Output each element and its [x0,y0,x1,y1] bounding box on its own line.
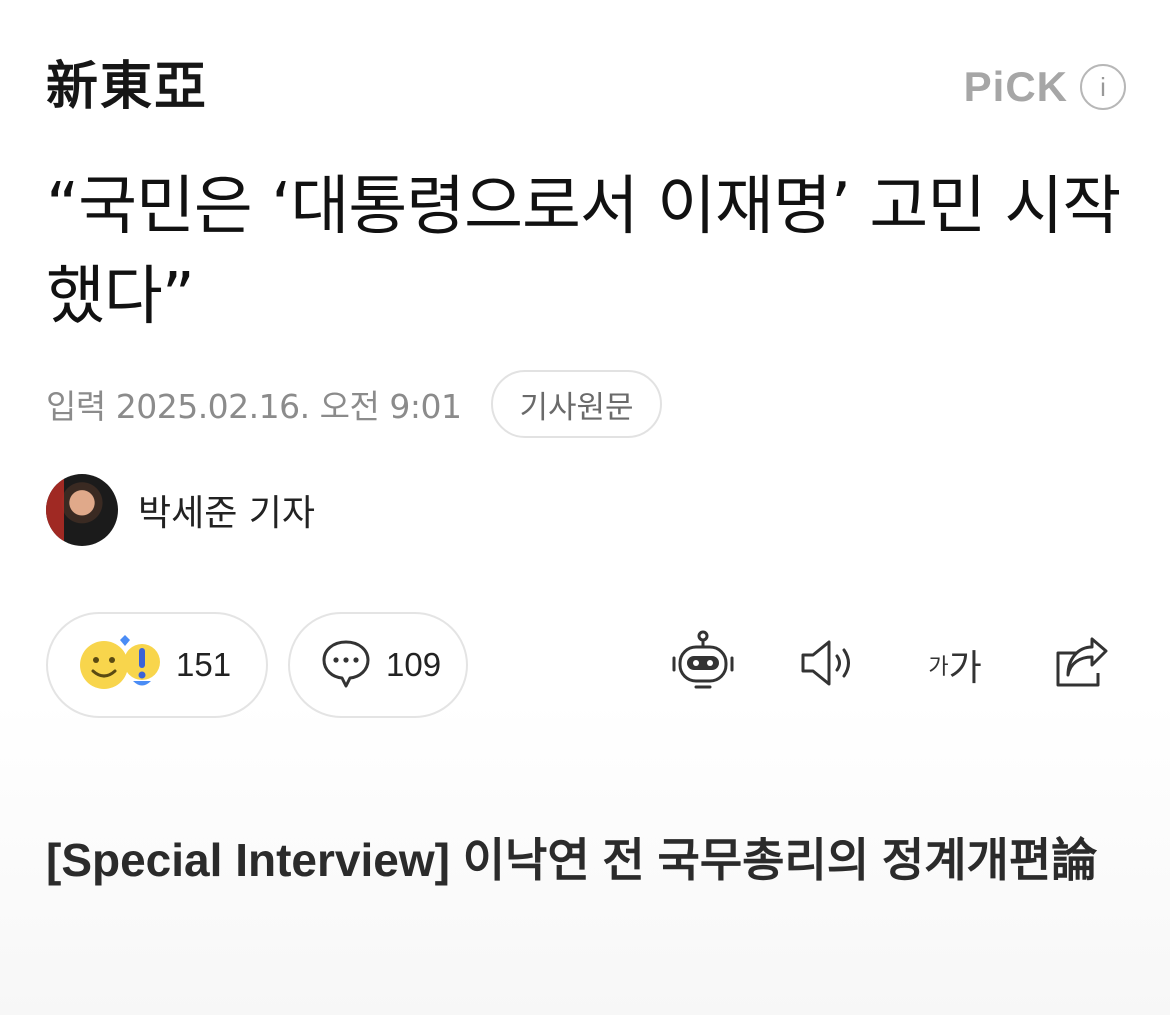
avatar[interactable] [46,474,118,546]
article-subtitle: [Special Interview] 이낙연 전 국무총리의 정계개편論 [46,834,1098,886]
article-tools: 가가 [668,626,1116,704]
reaction-count: 151 [176,646,232,683]
share-button[interactable] [1046,630,1116,700]
comment-bubble-icon [320,637,372,693]
pick-badge[interactable]: PiCK i [964,62,1126,112]
article-meta: 입력 2025.02.16. 오전 9:01 기사원문 [46,370,662,438]
summary-button[interactable] [668,630,738,700]
font-small-label: 가 [928,655,949,680]
font-large-label: 가 [948,648,982,689]
share-icon [1052,637,1110,693]
author-name[interactable]: 박세준 기자 [138,484,315,536]
reaction-button[interactable]: 151 [46,612,268,718]
audio-button[interactable] [794,630,864,700]
publisher-logo[interactable]: 新東亞 [46,52,208,122]
header: 新東亞 PiCK i [46,52,1126,122]
robot-summary-icon [670,630,736,700]
action-bar: 151 109 가 가 [46,612,1126,718]
original-article-button[interactable]: 기사원문 [491,370,662,438]
info-icon[interactable]: i [1080,64,1126,110]
comment-button[interactable]: 109 [288,612,468,718]
font-size-button[interactable]: 가가 [920,630,990,700]
speaker-icon [799,638,859,692]
comment-count: 109 [386,646,442,683]
author-row[interactable]: 박세준 기자 [46,474,315,546]
publish-date: 입력 2025.02.16. 오전 9:01 [46,387,462,426]
reaction-emoji-icon [78,634,162,696]
pick-label: PiCK [963,63,1068,110]
article-title: “국민은 ‘대통령으로서 이재명’ 고민 시작했다” [46,170,1121,334]
